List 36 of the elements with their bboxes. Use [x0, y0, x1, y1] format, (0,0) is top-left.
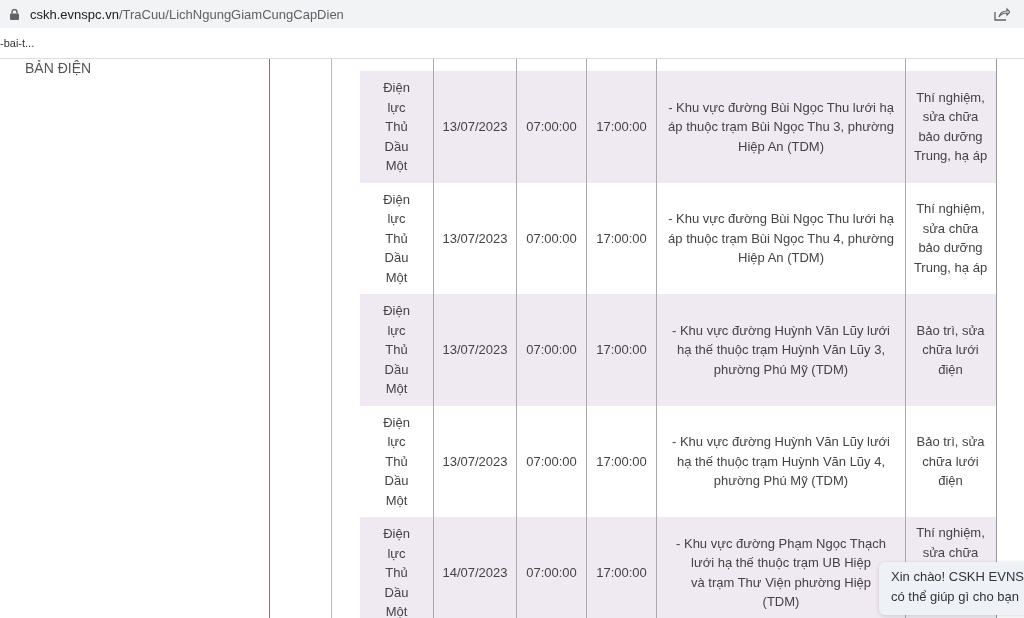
table-cell-text: 07:00:00: [526, 229, 577, 248]
table-cell-text: 07:00:00: [526, 118, 577, 136]
table-cell-text: 07:00:00: [526, 564, 577, 582]
table-cell-text: Điện lực Thủ Dầu Một: [382, 302, 411, 398]
table-cell-text: Thí nghiệm, sửa chữa bảo dưỡng Trung, hạ áp: [912, 200, 989, 277]
table-cell-text: 14/07/2023: [442, 564, 508, 582]
table-cell-text: - Khu vực đường Bùi Ngọc Thu lưới hạ áp thuộc trạm Bùi Ngọc Thu 4, phường Hiệp An (TDM): [667, 210, 895, 267]
table-cell-text: Thí nghiệm, sửa chữa: [915, 524, 986, 562]
table-cell-text: 17:00:00: [596, 341, 647, 359]
table-cell-text: Thí nghiệm, sửa chữa bảo dưỡng Trung, hạ áp: [912, 88, 989, 166]
table-cell-text: 13/07/2023: [442, 452, 508, 471]
table-cell-text: Bảo trì, sửa chữa lưới điện: [915, 433, 986, 490]
table-cell-text: 07:00:00: [526, 452, 577, 471]
table-cell-text: - Khu vực đường Huỳnh Văn Lũy lưới hạ thế thuộc trạm Huỳnh Văn Lũy 4, phường Phú Mỹ (TDM): [670, 433, 891, 490]
table-cell-text: 17:00:00: [596, 229, 647, 248]
table-cell-text: 17:00:00: [596, 452, 647, 471]
share-icon[interactable]: [994, 7, 1010, 21]
table-cell-text: Điện lực Thủ Dầu Một: [382, 413, 411, 510]
chat-popup[interactable]: Xin chào! CSKH EVNS có thể giúp gì cho bạn: [879, 562, 1024, 615]
table-cell-text: - Khu vực đường Huỳnh Văn Lũy lưới hạ thế thuộc trạm Huỳnh Văn Lũy 3, phường Phú Mỹ (TDM): [670, 321, 891, 379]
table-cell-text: - Khu vực đường Bùi Ngọc Thu lưới hạ áp thuộc trạm Bùi Ngọc Thu 3, phường Hiệp An (TDM): [667, 98, 895, 156]
chat-message: Xin chào! CSKH EVNS: [891, 568, 1024, 586]
table-cell-text: 07:00:00: [526, 341, 577, 359]
chat-message: có thể giúp gì cho bạn: [891, 588, 1020, 606]
table-cell-text: 13/07/2023: [442, 229, 508, 248]
table-cell-text: 17:00:00: [596, 564, 647, 582]
table-cell-text: Điện lực Thủ Dầu Một: [382, 525, 411, 618]
table-cell-text: Điện lực Thủ Dầu Một: [382, 190, 411, 287]
sidebar-heading: BẢN ĐIỆN: [25, 60, 93, 76]
table-cell-text: 13/07/2023: [442, 118, 508, 136]
lock-icon: [10, 8, 19, 20]
table-cell-text: 17:00:00: [596, 118, 647, 136]
bookmark-link[interactable]: -bai-t...: [0, 37, 35, 49]
table-cell-text: Bảo trì, sửa chữa lưới điện: [915, 321, 986, 379]
table-cell-text: Điện lực Thủ Dầu Một: [382, 79, 411, 175]
table-cell-text: 13/07/2023: [442, 341, 508, 359]
